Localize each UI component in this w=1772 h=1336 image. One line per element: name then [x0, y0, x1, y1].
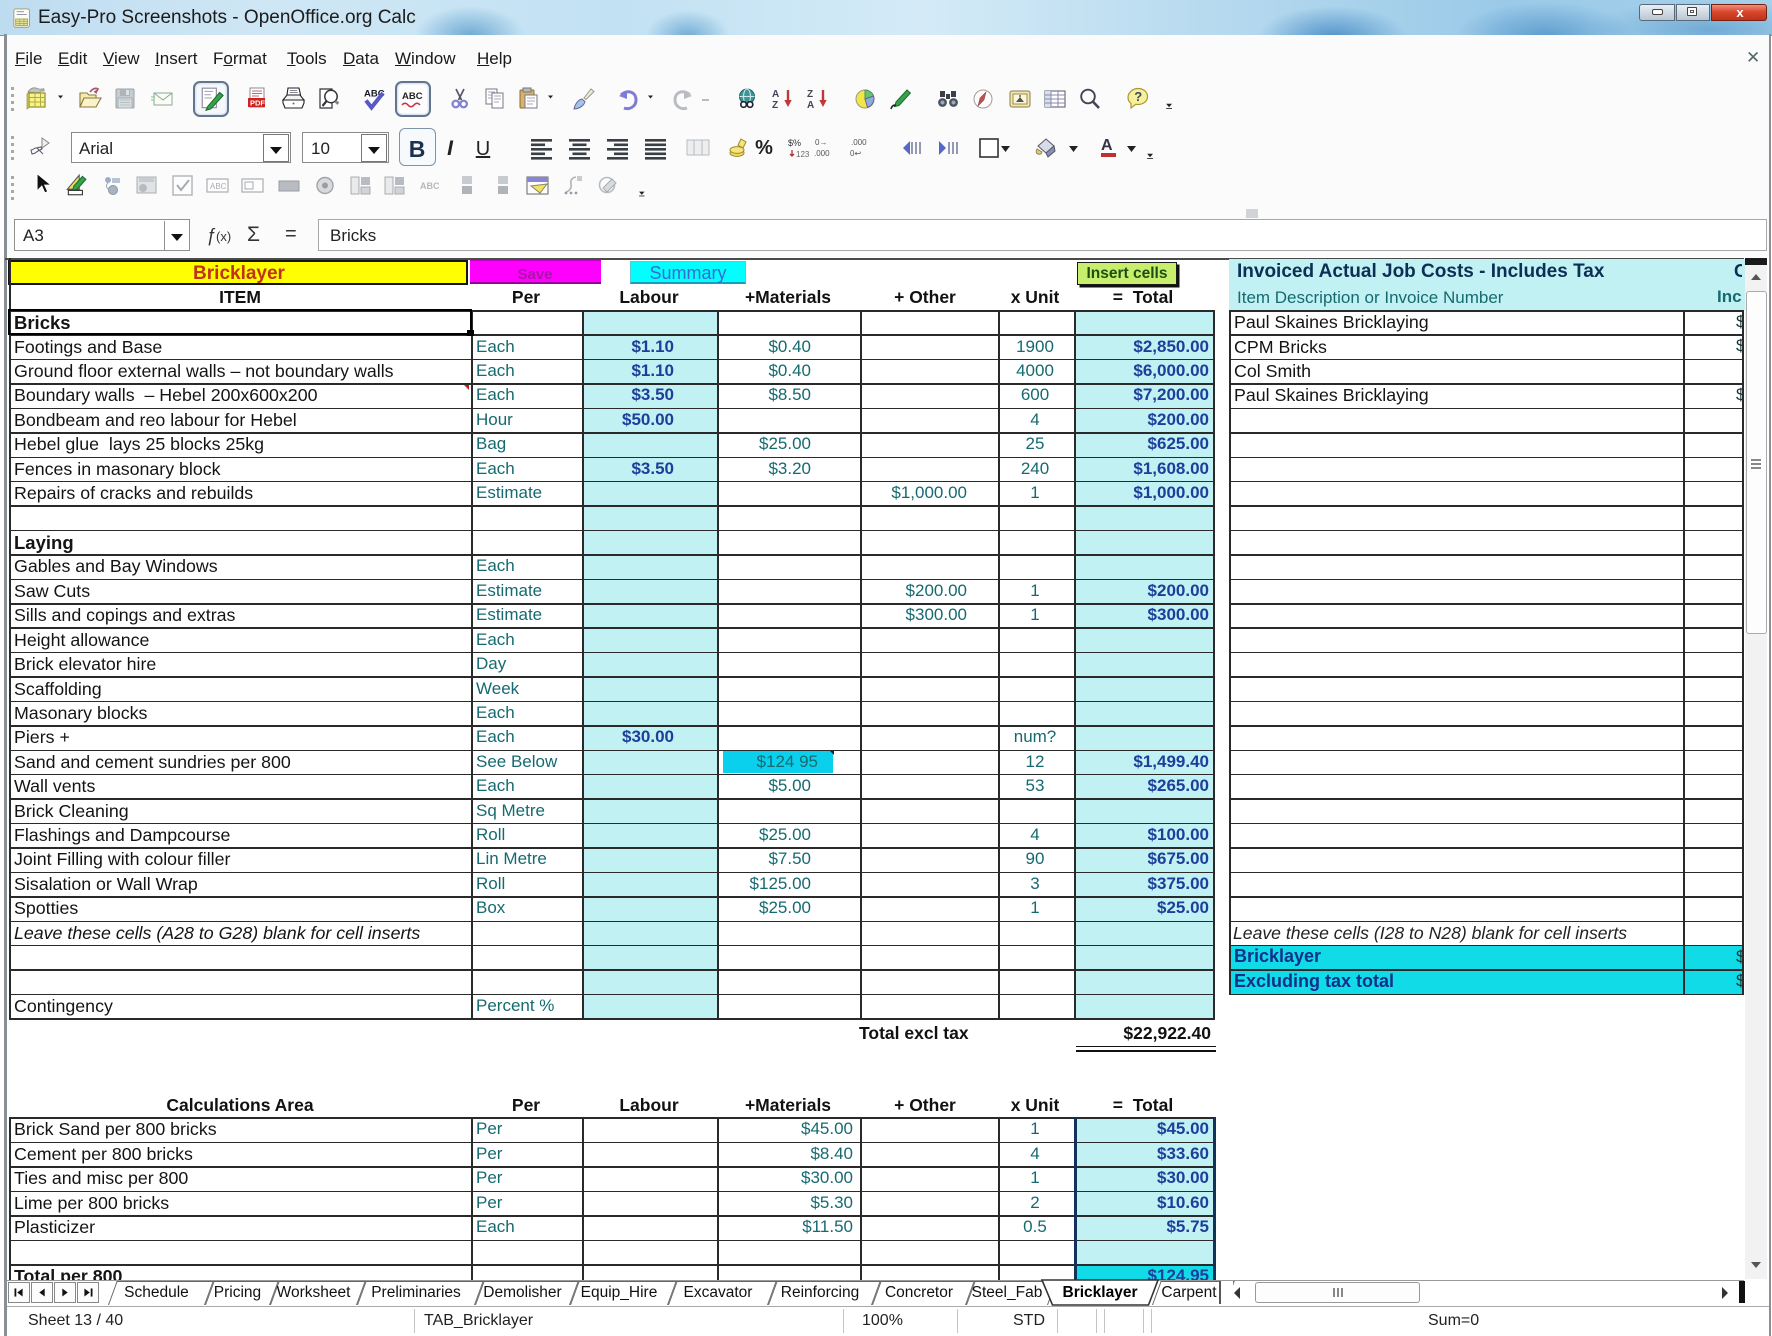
- svg-text:A: A: [1101, 137, 1113, 154]
- svg-text:.000: .000: [814, 149, 830, 158]
- svg-text:PDF: PDF: [250, 99, 265, 108]
- svg-text:Z: Z: [807, 89, 813, 100]
- svg-text:0→: 0→: [815, 138, 827, 147]
- svg-text:.000: .000: [851, 138, 867, 147]
- svg-text:Z: Z: [772, 100, 778, 111]
- svg-text:123: 123: [796, 150, 810, 159]
- svg-text:A: A: [772, 89, 779, 100]
- svg-text:ABC: ABC: [402, 91, 423, 102]
- svg-text:A: A: [807, 100, 814, 111]
- svg-text:0↩: 0↩: [850, 149, 861, 158]
- svg-text:ABC: ABC: [420, 181, 440, 191]
- svg-text:$%: $%: [788, 138, 801, 148]
- svg-text:?: ?: [1134, 89, 1142, 104]
- svg-text:ABC: ABC: [210, 182, 227, 191]
